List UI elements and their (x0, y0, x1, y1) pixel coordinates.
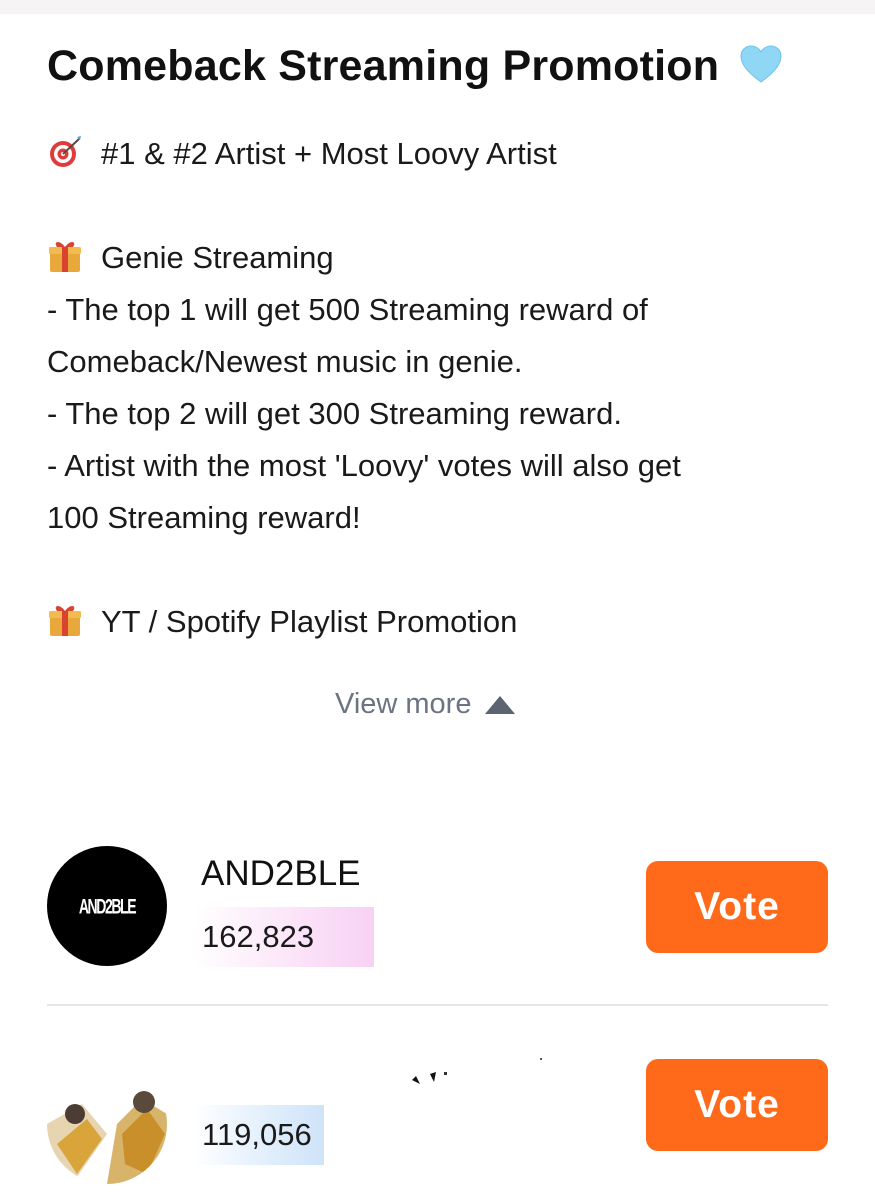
vote-count-value: 119,056 (202, 1117, 312, 1152)
desc-blank-line (47, 544, 847, 596)
desc-blank-line (47, 180, 847, 232)
gift-icon (49, 242, 81, 272)
avatar-logo-text: AND2BLE (78, 893, 137, 919)
desc-line-text: Genie Streaming (101, 240, 334, 275)
obscured-name-marks (412, 1058, 542, 1084)
desc-line-playlist: YT / Spotify Playlist Promotion (47, 596, 847, 648)
vote-button[interactable]: Vote (646, 1059, 828, 1151)
desc-line-target: #1 & #2 Artist + Most Loovy Artist (47, 128, 847, 180)
desc-line-genie: Genie Streaming (47, 232, 847, 284)
desc-line: Comeback/Newest music in genie. (47, 344, 523, 379)
vote-count-value: 162,823 (202, 919, 315, 954)
vote-button-label: Vote (694, 885, 780, 928)
view-more-label: View more (335, 688, 472, 720)
triangle-up-icon (485, 695, 516, 714)
light-blue-heart-icon (740, 45, 782, 83)
artist-name: AND2BLE (201, 854, 361, 893)
desc-line: 100 Streaming reward! (47, 500, 361, 535)
desc-line: - Artist with the most 'Loovy' votes wil… (47, 448, 681, 483)
vote-count: 119,056 (194, 1105, 324, 1165)
divider (47, 1004, 828, 1006)
view-more-button[interactable]: View more (335, 688, 516, 721)
promotion-title: Comeback Streaming Promotion (47, 42, 783, 91)
avatar[interactable] (47, 1064, 167, 1184)
vote-button[interactable]: Vote (646, 861, 828, 953)
desc-line: - The top 1 will get 500 Streaming rewar… (47, 292, 648, 327)
desc-line-text: #1 & #2 Artist + Most Loovy Artist (101, 136, 557, 171)
avatar[interactable]: AND2BLE (47, 846, 167, 966)
desc-line-text: YT / Spotify Playlist Promotion (101, 604, 518, 639)
target-icon (50, 136, 81, 167)
avatar-photo (47, 1064, 167, 1184)
top-bar (0, 0, 875, 14)
promotion-title-text: Comeback Streaming Promotion (47, 42, 720, 90)
vote-button-label: Vote (694, 1083, 780, 1126)
desc-line: - The top 2 will get 300 Streaming rewar… (47, 396, 622, 431)
gift-icon (49, 606, 81, 636)
promotion-description: #1 & #2 Artist + Most Loovy Artist Genie… (47, 128, 847, 648)
vote-count: 162,823 (194, 907, 374, 967)
